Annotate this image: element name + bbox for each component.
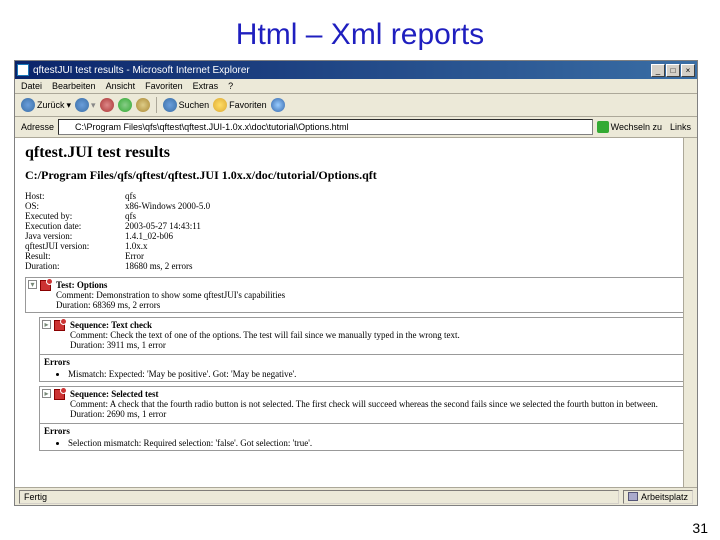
report-subheading: C:/Program Files/qfs/qftest/qftest.JUI 1…	[25, 168, 687, 183]
go-label: Wechseln zu	[611, 122, 662, 132]
status-text: Fertig	[19, 490, 619, 504]
back-icon	[21, 98, 35, 112]
menu-item-favorites[interactable]: Favoriten	[145, 81, 183, 91]
node-duration: Duration: 3911 ms, 1 error	[70, 340, 166, 350]
go-button[interactable]: Wechseln zu	[597, 121, 662, 133]
error-item: Selection mismatch: Required selection: …	[68, 438, 682, 448]
table-row: Host:qfs	[25, 191, 687, 201]
node-comment: Comment: Demonstration to show some qfte…	[56, 290, 285, 300]
address-label: Adresse	[21, 122, 54, 132]
table-row: qftestJUI version:1.0x.x	[25, 241, 687, 251]
content-area: qftest.JUI test results C:/Program Files…	[15, 138, 697, 487]
stop-icon[interactable]	[100, 98, 114, 112]
report-heading: qftest.JUI test results	[25, 144, 687, 162]
status-bar: Fertig Arbeitsplatz	[15, 487, 697, 505]
computer-icon	[628, 492, 638, 501]
node-comment: Comment: Check the text of one of the op…	[70, 330, 460, 340]
forward-icon	[75, 98, 89, 112]
favorites-label: Favoriten	[229, 100, 267, 110]
menu-item-view[interactable]: Ansicht	[106, 81, 136, 91]
sequence-node: ▸ Sequence: Selected test Comment: A che…	[39, 386, 687, 451]
forward-button[interactable]: ▾	[75, 98, 96, 112]
maximize-button[interactable]: □	[666, 64, 680, 77]
node-duration: Duration: 68369 ms, 2 errors	[56, 300, 160, 310]
home-icon[interactable]	[136, 98, 150, 112]
close-button[interactable]: ×	[681, 64, 695, 77]
search-button[interactable]: Suchen	[163, 98, 210, 112]
favorites-button[interactable]: Favoriten	[213, 98, 267, 112]
window-titlebar: qftestJUI test results - Microsoft Inter…	[15, 61, 697, 79]
node-title: Sequence: Selected test	[70, 389, 158, 399]
links-label[interactable]: Links	[670, 122, 691, 132]
table-row: Execution date:2003-05-27 14:43:11	[25, 221, 687, 231]
errors-heading: Errors	[44, 357, 682, 367]
status-zone: Arbeitsplatz	[623, 490, 693, 504]
vertical-scrollbar[interactable]	[683, 138, 697, 487]
node-title: Sequence: Text check	[70, 320, 152, 330]
star-icon	[213, 98, 227, 112]
browser-window: qftestJUI test results - Microsoft Inter…	[14, 60, 698, 506]
slide-number: 31	[692, 520, 708, 536]
table-row: Result:Error	[25, 251, 687, 261]
table-row: Duration:18680 ms, 2 errors	[25, 261, 687, 271]
error-item: Mismatch: Expected: 'May be positive'. G…	[68, 369, 682, 379]
menu-item-file[interactable]: Datei	[21, 81, 42, 91]
minimize-button[interactable]: _	[651, 64, 665, 77]
node-duration: Duration: 2690 ms, 1 error	[70, 409, 166, 419]
slide-title: Html – Xml reports	[0, 0, 720, 60]
collapse-icon[interactable]: ▸	[42, 389, 51, 398]
table-row: OS:x86-Windows 2000-5.0	[25, 201, 687, 211]
chevron-down-icon: ▾	[67, 100, 72, 111]
node-comment: Comment: A check that the fourth radio b…	[70, 399, 658, 409]
collapse-icon[interactable]: ▾	[28, 280, 37, 289]
zone-label: Arbeitsplatz	[641, 492, 688, 502]
report-summary-table: Host:qfs OS:x86-Windows 2000-5.0 Execute…	[25, 191, 687, 271]
collapse-icon[interactable]: ▸	[42, 320, 51, 329]
error-badge-icon	[54, 320, 65, 331]
go-icon	[597, 121, 609, 133]
toolbar: Zurück ▾ ▾ Suchen Favoriten	[15, 94, 697, 117]
ie-icon	[17, 64, 29, 76]
address-input[interactable]: C:\Program Files\qfs\qftest\qftest.JUI-1…	[58, 119, 593, 135]
errors-heading: Errors	[44, 426, 682, 436]
errors-block: Errors Selection mismatch: Required sele…	[40, 423, 686, 450]
media-icon[interactable]	[271, 98, 285, 112]
search-label: Suchen	[179, 100, 210, 110]
table-row: Executed by:qfs	[25, 211, 687, 221]
window-controls: _ □ ×	[651, 64, 695, 77]
chevron-down-icon: ▾	[91, 100, 96, 111]
error-badge-icon	[40, 280, 51, 291]
back-button[interactable]: Zurück ▾	[21, 98, 71, 112]
menu-bar: Datei Bearbeiten Ansicht Favoriten Extra…	[15, 79, 697, 94]
test-node: ▾ Test: Options Comment: Demonstration t…	[25, 277, 687, 313]
menu-item-edit[interactable]: Bearbeiten	[52, 81, 96, 91]
error-badge-icon	[54, 389, 65, 400]
menu-item-extras[interactable]: Extras	[193, 81, 219, 91]
address-value: C:\Program Files\qfs\qftest\qftest.JUI-1…	[75, 122, 349, 132]
errors-block: Errors Mismatch: Expected: 'May be posit…	[40, 354, 686, 381]
page-icon	[62, 122, 72, 132]
menu-item-help[interactable]: ?	[228, 81, 233, 91]
table-row: Java version:1.4.1_02-b06	[25, 231, 687, 241]
node-title: Test: Options	[56, 280, 107, 290]
window-title-text: qftestJUI test results - Microsoft Inter…	[33, 65, 651, 76]
address-bar: Adresse C:\Program Files\qfs\qftest\qfte…	[15, 117, 697, 138]
refresh-icon[interactable]	[118, 98, 132, 112]
back-label: Zurück	[37, 100, 65, 110]
sequence-node: ▸ Sequence: Text check Comment: Check th…	[39, 317, 687, 382]
search-icon	[163, 98, 177, 112]
toolbar-separator	[156, 97, 157, 113]
